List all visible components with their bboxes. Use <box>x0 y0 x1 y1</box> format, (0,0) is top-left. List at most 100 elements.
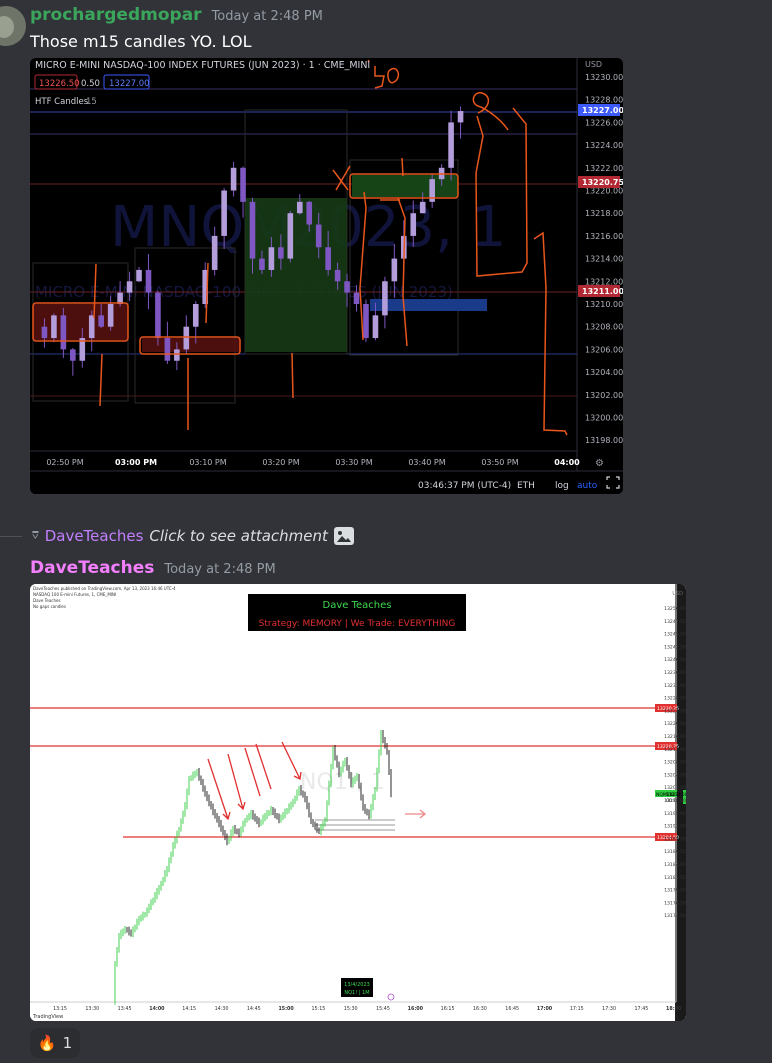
candle-body <box>344 281 350 293</box>
price-tick: 13204.00 <box>664 772 686 778</box>
price-tick: 13204.00 <box>585 368 623 377</box>
username-2[interactable]: DaveTeaches <box>30 558 154 578</box>
candle-body <box>107 304 114 327</box>
chart-1-ask[interactable]: 13227.00 <box>109 79 150 89</box>
time-tick: 04:00 <box>554 458 580 467</box>
reply-username[interactable]: DaveTeaches <box>45 527 144 545</box>
reply-reference[interactable]: ⩢ DaveTeaches Click to see attachment <box>0 525 772 549</box>
price-tick: 13179.00 <box>664 888 686 894</box>
candle-body <box>334 269 341 282</box>
candle-body <box>410 213 417 236</box>
reaction-count: 1 <box>62 1034 73 1052</box>
chart-2-svg: DaveTeaches published on TradingView.com… <box>30 584 686 1021</box>
username[interactable]: prochargedmopar <box>30 5 202 25</box>
time-tick: 03:40 PM <box>408 458 445 467</box>
candle-body <box>306 201 313 225</box>
candle-body <box>136 269 142 282</box>
timestamp-2: Today at 2:48 PM <box>164 562 276 577</box>
time-tick: 16:30 <box>473 1006 487 1012</box>
price-badge-label: 13220.75 <box>582 178 623 187</box>
candle-body <box>41 326 48 339</box>
chart-1-session[interactable]: ETH <box>517 481 535 491</box>
candle-body <box>353 292 360 304</box>
price-tick: 13202.00 <box>585 391 623 400</box>
chart-2-header-2: NASDAQ 100 E-mini Futures, 1, CME_MINI <box>33 592 116 597</box>
reaction-fire[interactable]: 🔥 1 <box>30 1028 80 1058</box>
price-tick: 13224.00 <box>585 141 623 150</box>
time-tick: 17:30 <box>602 1006 616 1012</box>
candle-body <box>230 167 237 191</box>
price-tick: 13195.00 <box>664 811 686 817</box>
candle-body <box>126 281 133 293</box>
date-box-2: NQ1! | 1M <box>344 990 369 996</box>
message-header-2: DaveTeaches Today at 2:48 PM <box>30 558 276 578</box>
time-tick: 18:00 <box>666 1006 682 1012</box>
price-tick: 13224.00 <box>664 708 686 714</box>
message-text: Those m15 candles YO. LOL <box>30 32 252 51</box>
candle-body <box>315 224 322 248</box>
price-tick: 13201.00 <box>664 785 686 791</box>
candle-body <box>211 235 218 270</box>
candle-body <box>278 247 284 259</box>
time-tick: 14:30 <box>215 1006 229 1012</box>
chart-2-header-3: Dave Teaches <box>33 598 61 603</box>
price-tick: 13189.00 <box>664 836 686 842</box>
price-tick: 13226.00 <box>585 118 623 127</box>
price-tick: 13216.00 <box>585 232 623 241</box>
time-tick: 17:45 <box>634 1006 648 1012</box>
price-tick: 13206.00 <box>585 345 623 354</box>
candle-body <box>382 281 388 316</box>
price-tick: 13192.00 <box>664 824 686 830</box>
price-tick: 13222.00 <box>585 164 623 173</box>
candle-body <box>183 326 190 350</box>
time-tick: 16:45 <box>505 1006 519 1012</box>
time-tick: 16:15 <box>441 1006 455 1012</box>
price-tick: 13245.00 <box>664 632 686 638</box>
price-tick: 13236.00 <box>664 670 686 676</box>
price-tick: 13181.50 <box>664 875 686 881</box>
candle-body <box>296 201 303 214</box>
price-tick: 13174.00 <box>664 913 686 919</box>
time-tick: 13:45 <box>118 1006 132 1012</box>
time-tick: 03:20 PM <box>262 458 299 467</box>
price-tick: 13247.50 <box>664 619 686 625</box>
candle-body <box>240 167 246 202</box>
price-tick: 13198.00 <box>585 436 623 445</box>
reply-text[interactable]: Click to see attachment <box>149 527 328 545</box>
chart-attachment-2[interactable]: DaveTeaches published on TradingView.com… <box>30 584 686 1021</box>
fire-icon: 🔥 <box>37 1034 57 1052</box>
chart-2-header-4: No gaps candles <box>33 604 66 609</box>
live-price: 13213.00 <box>666 792 686 798</box>
price-tick: 13220.00 <box>664 721 686 727</box>
time-tick: 03:50 PM <box>481 458 518 467</box>
time-tick: 17:00 <box>537 1006 553 1012</box>
image-icon <box>333 527 354 545</box>
message-header: prochargedmopar Today at 2:48 PM <box>30 5 323 25</box>
chart-1-log-toggle[interactable]: log <box>555 481 569 491</box>
chart-1-indicator-value: 15 <box>86 97 97 107</box>
tradingview-logo: TradingView <box>32 1014 63 1020</box>
time-tick: 03:00 PM <box>115 458 157 467</box>
user-avatar[interactable] <box>0 6 26 46</box>
time-tick: 15:00 <box>278 1006 294 1012</box>
time-tick: 03:10 PM <box>189 458 226 467</box>
price-tick: 13208.00 <box>585 323 623 332</box>
candle-body <box>98 315 104 327</box>
time-tick: 16:00 <box>408 1006 424 1012</box>
time-tick: 15:45 <box>376 1006 390 1012</box>
chart-2-header-1: DaveTeaches published on TradingView.com… <box>33 586 176 591</box>
chart-1-indicator-name: HTF Candles <box>35 97 89 107</box>
candle-body <box>391 258 398 282</box>
reply-arrow-icon: ⩢ <box>32 529 39 542</box>
chart-attachment-1[interactable]: MNQM2023, 1 MICRO E-MINI NASDAQ-100 INDE… <box>30 58 623 494</box>
candle-body <box>164 338 171 361</box>
price-tick: 13242.50 <box>664 644 686 650</box>
settings-gear-icon[interactable]: ⚙ <box>595 458 604 469</box>
chart-1-auto-toggle[interactable]: auto <box>577 481 598 491</box>
chart-1-bid[interactable]: 13226.50 <box>39 79 80 89</box>
svg-text:NQ1!, 1: NQ1!, 1 <box>300 770 385 795</box>
candle-body <box>51 315 57 339</box>
price-tick: 13208.00 <box>664 760 686 766</box>
price-tick: 13212.00 <box>664 747 686 753</box>
candle-body <box>70 349 76 361</box>
